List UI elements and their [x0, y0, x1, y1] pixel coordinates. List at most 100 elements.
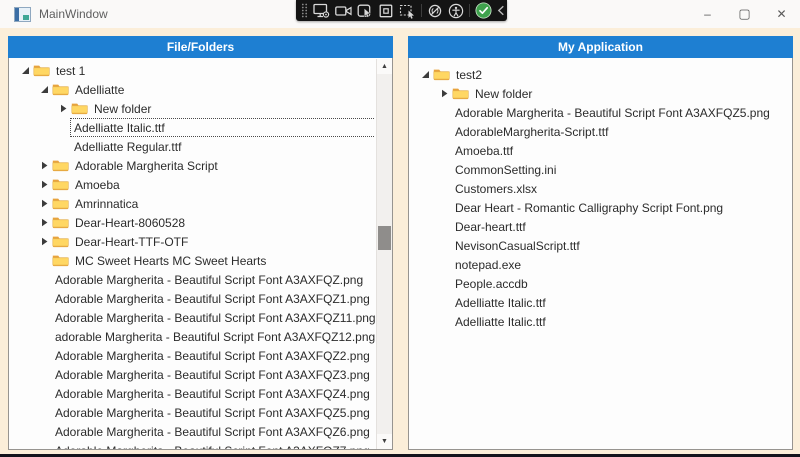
tree-item-content: Dear-heart.ttf [452, 218, 530, 235]
scrollbar-thumb[interactable] [378, 226, 391, 250]
tree-item-label: People.accdb [455, 277, 528, 291]
tree-item-content: Adorable Margherita - Beautiful Script F… [52, 309, 375, 326]
cursor-capture-icon[interactable] [357, 2, 373, 20]
scroll-up-button[interactable]: ▲ [377, 59, 392, 74]
tree-item[interactable]: Adelliatte Italic.ttf [409, 312, 792, 331]
tree-item-label: notepad.exe [455, 258, 521, 272]
tree-item-label: Adelliatte Regular.ttf [74, 140, 181, 154]
tree-item[interactable]: Dear-heart.ttf [409, 217, 792, 236]
minimize-button[interactable]: – [689, 0, 726, 28]
folder-icon [52, 216, 72, 229]
expander-expanded-icon[interactable] [17, 66, 33, 75]
tree-item-content: CommonSetting.ini [452, 161, 560, 178]
tree-item[interactable]: Adorable Margherita - Beautiful Script F… [409, 103, 792, 122]
tree-item[interactable]: Adorable Margherita - Beautiful Script F… [9, 422, 375, 441]
tree-item-label: Adorable Margherita - Beautiful Script F… [55, 387, 370, 401]
tree-item-label: Adelliatte Italic.ttf [455, 296, 546, 310]
tree-item[interactable]: Dear-Heart-TTF-OTF [9, 232, 375, 251]
tree-item-label: Adorable Margherita - Beautiful Script F… [55, 368, 370, 382]
expander-collapsed-icon[interactable] [36, 218, 52, 227]
tree-item[interactable]: New folder [9, 99, 375, 118]
tree-item[interactable]: Dear Heart - Romantic Calligraphy Script… [409, 198, 792, 217]
tree-item[interactable]: Adorable Margherita - Beautiful Script F… [9, 403, 375, 422]
tree-item[interactable]: Adelliatte Italic.ttf [409, 293, 792, 312]
tree-item-label: Amoeba.ttf [455, 144, 513, 158]
tree-item[interactable]: People.accdb [409, 274, 792, 293]
expander-collapsed-icon[interactable] [55, 104, 71, 113]
tree-item[interactable]: MC Sweet Hearts MC Sweet Hearts [9, 251, 375, 270]
tree-item-content: Adorable Margherita - Beautiful Script F… [52, 442, 374, 450]
tree-item-label: Dear-Heart-8060528 [75, 216, 185, 230]
screen-settings-icon[interactable] [313, 2, 330, 20]
tree-item-content: Customers.xlsx [452, 180, 541, 197]
tree-item-content: notepad.exe [452, 256, 525, 273]
tree-item-content: Adorable Margherita - Beautiful Script F… [52, 366, 374, 383]
tree-item[interactable]: Amrinnatica [9, 194, 375, 213]
tree-item[interactable]: Adorable Margherita - Beautiful Script F… [9, 365, 375, 384]
tree-item[interactable]: Adelliatte [9, 80, 375, 99]
tree-item[interactable]: adorable Margherita - Beautiful Script F… [9, 327, 375, 346]
expander-collapsed-icon[interactable] [36, 199, 52, 208]
my-application-panel-header: My Application [408, 36, 793, 58]
folder-icon [52, 197, 72, 210]
content-area: File/Folders test 1AdelliatteNew folderA… [0, 28, 800, 454]
vertical-scrollbar[interactable]: ▲ ▼ [376, 59, 392, 449]
tree-item[interactable]: Adorable Margherita Script [9, 156, 375, 175]
grip-handle[interactable] [301, 2, 308, 20]
tree-item[interactable]: Adorable Margherita - Beautiful Script F… [9, 384, 375, 403]
tree-item-content: Adorable Margherita - Beautiful Script F… [52, 404, 374, 421]
tree-item-label: Dear-Heart-TTF-OTF [75, 235, 188, 249]
tree-item-content: Adorable Margherita Script [72, 157, 222, 174]
tree-item[interactable]: CommonSetting.ini [409, 160, 792, 179]
tree-item[interactable]: NevisonCasualScript.ttf [409, 236, 792, 255]
tree-item[interactable]: Adorable Margherita - Beautiful Script F… [9, 308, 375, 327]
tree-item-label: Amrinnatica [75, 197, 138, 211]
expander-collapsed-icon[interactable] [36, 161, 52, 170]
tree-item-content: Adorable Margherita - Beautiful Script F… [52, 271, 367, 288]
app-icon [14, 7, 31, 22]
tree-item[interactable]: Adorable Margherita - Beautiful Script F… [9, 289, 375, 308]
tree-item[interactable]: Amoeba.ttf [409, 141, 792, 160]
tree-item-content: AdorableMargherita-Script.ttf [452, 123, 612, 140]
element-select-icon[interactable] [399, 2, 416, 20]
my-application-panel: My Application test2New folder Adorable M… [408, 36, 793, 450]
collapse-chevron-icon[interactable] [497, 2, 505, 20]
tree-item[interactable]: Adorable Margherita - Beautiful Script F… [9, 346, 375, 365]
confirm-check-icon[interactable] [475, 2, 492, 20]
tree-item[interactable]: Adelliatte Italic.ttf [9, 118, 375, 137]
tree-item[interactable]: test 1 [9, 61, 375, 80]
tree-item-label: Adorable Margherita - Beautiful Script F… [455, 106, 770, 120]
circle-slash-icon[interactable] [427, 2, 443, 20]
tree-item-content: test2 [453, 66, 486, 83]
tree-item[interactable]: New folder [409, 84, 792, 103]
tree-item-content: MC Sweet Hearts MC Sweet Hearts [72, 252, 270, 269]
tree-item[interactable]: Dear-Heart-8060528 [9, 213, 375, 232]
tree-item-label: MC Sweet Hearts MC Sweet Hearts [75, 254, 266, 268]
scrollbar-track[interactable] [377, 74, 392, 434]
expander-expanded-icon[interactable] [36, 85, 52, 94]
close-button[interactable]: ✕ [763, 0, 800, 28]
tree-item[interactable]: Amoeba [9, 175, 375, 194]
maximize-button[interactable]: ▢ [726, 0, 763, 28]
expander-collapsed-icon[interactable] [36, 237, 52, 246]
video-camera-icon[interactable] [335, 2, 352, 20]
tree-item[interactable]: Adelliatte Regular.ttf [9, 137, 375, 156]
expander-collapsed-icon[interactable] [436, 89, 452, 98]
scroll-down-button[interactable]: ▼ [377, 434, 392, 449]
folder-icon [52, 254, 72, 267]
tree-item[interactable]: Adorable Margherita - Beautiful Script F… [9, 441, 375, 450]
tree-item-label: CommonSetting.ini [455, 163, 556, 177]
tree-item-content: Dear Heart - Romantic Calligraphy Script… [452, 199, 727, 216]
tree-item[interactable]: Customers.xlsx [409, 179, 792, 198]
accessibility-icon[interactable] [448, 2, 464, 20]
expander-collapsed-icon[interactable] [36, 180, 52, 189]
folder-icon [52, 178, 72, 191]
tree-item-label: Adelliatte [75, 83, 124, 97]
tree-item[interactable]: Adorable Margherita - Beautiful Script F… [9, 270, 375, 289]
tree-item[interactable]: AdorableMargherita-Script.ttf [409, 122, 792, 141]
expander-expanded-icon[interactable] [417, 70, 433, 79]
main-window: MainWindow – ▢ ✕ File/Folders test 1Adel… [0, 0, 800, 457]
tree-item[interactable]: notepad.exe [409, 255, 792, 274]
tree-item[interactable]: test2 [409, 65, 792, 84]
region-select-icon[interactable] [378, 2, 394, 20]
